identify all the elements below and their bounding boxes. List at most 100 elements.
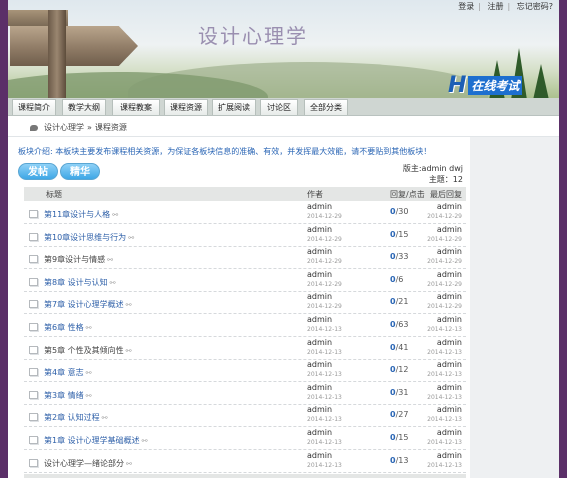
topic-title-link[interactable]: 第5章 个性及其倾向性 ⚯ bbox=[44, 345, 132, 356]
reply-click-count: 0/15 bbox=[390, 433, 408, 442]
tab-syllabus[interactable]: 教学大纲 bbox=[62, 99, 106, 115]
last-reply-user[interactable]: admin bbox=[437, 225, 462, 234]
login-link[interactable]: 登录 bbox=[458, 2, 474, 11]
last-reply-user[interactable]: admin bbox=[437, 315, 462, 324]
column-title: 标题 bbox=[46, 190, 62, 199]
signpost-arrow bbox=[10, 26, 138, 66]
topic-title-link[interactable]: 第3章 情绪 ⚯ bbox=[44, 390, 92, 401]
click-count: /12 bbox=[395, 365, 409, 375]
last-reply-user[interactable]: admin bbox=[437, 202, 462, 211]
column-author: 作者 bbox=[307, 190, 323, 199]
main-nav: 课程简介 教学大纲 课程教案 课程资源 扩展阅读 讨论区 全部分类 bbox=[8, 98, 559, 116]
breadcrumb-board[interactable]: 课程资源 bbox=[95, 122, 127, 133]
tab-course-intro[interactable]: 课程简介 bbox=[12, 99, 56, 115]
document-icon bbox=[29, 390, 38, 399]
essence-button[interactable]: 精华 bbox=[60, 163, 100, 180]
tab-extended-reading[interactable]: 扩展阅读 bbox=[212, 99, 256, 115]
topic-author[interactable]: admin bbox=[307, 225, 332, 234]
document-icon bbox=[29, 277, 38, 286]
last-reply-user[interactable]: admin bbox=[437, 247, 462, 256]
last-reply-user[interactable]: admin bbox=[437, 338, 462, 347]
breadcrumb-arrow: » bbox=[87, 123, 92, 132]
document-icon bbox=[29, 255, 38, 264]
topic-date: 2014-12-13 bbox=[307, 326, 342, 333]
topic-author[interactable]: admin bbox=[307, 451, 332, 460]
board-intro: 板块介绍: 本板块主要发布课程相关资源，为保证各板块信息的准确、有效，并发挥最大… bbox=[18, 147, 432, 156]
last-reply-user[interactable]: admin bbox=[437, 451, 462, 460]
last-reply-date: 2014-12-29 bbox=[427, 303, 462, 311]
topic-author[interactable]: admin bbox=[307, 270, 332, 279]
new-post-button[interactable]: 发帖 bbox=[18, 163, 58, 180]
last-reply-user[interactable]: admin bbox=[437, 360, 462, 369]
click-count: /33 bbox=[395, 252, 409, 262]
forgot-password-link[interactable]: 忘记密码? bbox=[517, 2, 553, 11]
tab-course-resources[interactable]: 课程资源 bbox=[164, 99, 208, 115]
table-row: 第6章 性格 ⚯ admin 2014-12-13 0/63 admin 2014-12-1… bbox=[24, 315, 466, 337]
topic-title-link[interactable]: 第6章 性格 ⚯ bbox=[44, 322, 92, 333]
column-last-reply: 最后回复 bbox=[430, 190, 462, 199]
tab-all-categories[interactable]: 全部分类 bbox=[304, 99, 348, 115]
breadcrumb-course[interactable]: 设计心理学 bbox=[44, 122, 84, 133]
topic-author[interactable]: admin bbox=[307, 383, 332, 392]
document-icon bbox=[29, 436, 38, 444]
topic-title-link[interactable]: 第9章设计与情感 ⚯ bbox=[44, 254, 113, 265]
reply-click-count: 0/15 bbox=[390, 230, 408, 239]
topic-author[interactable]: admin bbox=[307, 202, 332, 211]
last-reply-date: 2014-12-13 bbox=[427, 416, 462, 424]
table-row: 第4章 意志 ⚯ admin 2014-12-13 0/12 admin 2014-12-1… bbox=[24, 360, 466, 383]
topic-author[interactable]: admin bbox=[307, 405, 332, 414]
tab-lesson-plans[interactable]: 课程教案 bbox=[112, 99, 160, 115]
topic-author[interactable]: admin bbox=[307, 428, 332, 437]
topic-title-link[interactable]: 第4章 意志 ⚯ bbox=[44, 367, 92, 378]
document-icon bbox=[29, 232, 38, 241]
attachment-icon: ⚯ bbox=[85, 391, 92, 400]
last-reply-user[interactable]: admin bbox=[437, 292, 462, 301]
table-row: 第9章设计与情感 ⚯ admin 2014-12-29 0/33 admin 2014-12… bbox=[24, 247, 466, 270]
table-footer-header bbox=[24, 474, 466, 478]
tab-discussion[interactable]: 讨论区 bbox=[260, 99, 298, 115]
topic-author[interactable]: admin bbox=[307, 292, 332, 301]
attachment-icon: ⚯ bbox=[112, 211, 119, 219]
reply-click-count: 0/63 bbox=[390, 320, 408, 329]
reply-click-count: 0/27 bbox=[390, 410, 408, 419]
last-reply-user[interactable]: admin bbox=[437, 405, 462, 414]
last-reply-user[interactable]: admin bbox=[437, 428, 462, 437]
topic-title-link[interactable]: 第1章 设计心理学基础概述 ⚯ bbox=[44, 435, 148, 446]
topic-title: 第6章 性格 bbox=[44, 323, 84, 332]
table-row: 第3章 情绪 ⚯ admin 2014-12-13 0/31 admin 2014-12-1… bbox=[24, 383, 466, 405]
topic-author[interactable]: admin bbox=[307, 338, 332, 347]
attachment-icon: ⚯ bbox=[128, 233, 135, 242]
click-count: /63 bbox=[395, 320, 409, 329]
topic-title-link[interactable]: 设计心理学—绪论部分 ⚯ bbox=[44, 458, 132, 469]
topic-author[interactable]: admin bbox=[307, 247, 332, 256]
reply-click-count: 0/41 bbox=[390, 343, 408, 352]
click-count: /15 bbox=[395, 433, 409, 442]
last-reply-date: 2014-12-13 bbox=[427, 326, 462, 333]
register-link[interactable]: 注册 bbox=[488, 2, 504, 11]
reply-click-count: 0/13 bbox=[390, 456, 408, 465]
click-count: /15 bbox=[395, 229, 409, 239]
reply-click-count: 0/30 bbox=[390, 207, 408, 216]
last-reply-user[interactable]: admin bbox=[437, 270, 462, 279]
topic-title: 第1章 设计心理学基础概述 bbox=[44, 436, 140, 445]
attachment-icon: ⚯ bbox=[126, 459, 132, 468]
last-reply-date: 2014-12-13 bbox=[427, 371, 462, 379]
topic-title-link[interactable]: 第11章设计与人格 ⚯ bbox=[44, 209, 118, 220]
topic-count: 主题：12 bbox=[428, 175, 463, 184]
online-exam-logo[interactable]: H 在线考试 bbox=[448, 72, 523, 98]
attachment-icon: ⚯ bbox=[141, 437, 148, 445]
document-icon bbox=[29, 300, 38, 309]
column-replies: 回复/点击 bbox=[390, 190, 425, 199]
topic-title-link[interactable]: 第2章 认知过程 ⚯ bbox=[44, 412, 108, 423]
last-reply-user[interactable]: admin bbox=[437, 383, 462, 392]
logo-text: 在线考试 bbox=[468, 75, 523, 95]
topic-title-link[interactable]: 第8章 设计与认知 ⚯ bbox=[44, 277, 116, 288]
topic-title: 第3章 情绪 bbox=[44, 390, 84, 400]
reply-click-count: 0/21 bbox=[390, 297, 408, 306]
table-row: 第7章 设计心理学概述 ⚯ admin 2014-12-29 0/21 admin 2014… bbox=[24, 292, 466, 315]
topic-title-link[interactable]: 第10章设计思维与行为 ⚯ bbox=[44, 232, 134, 243]
document-icon bbox=[29, 458, 38, 467]
topic-author[interactable]: admin bbox=[307, 360, 332, 369]
topic-title-link[interactable]: 第7章 设计心理学概述 ⚯ bbox=[44, 299, 132, 310]
topic-author[interactable]: admin bbox=[307, 315, 332, 324]
